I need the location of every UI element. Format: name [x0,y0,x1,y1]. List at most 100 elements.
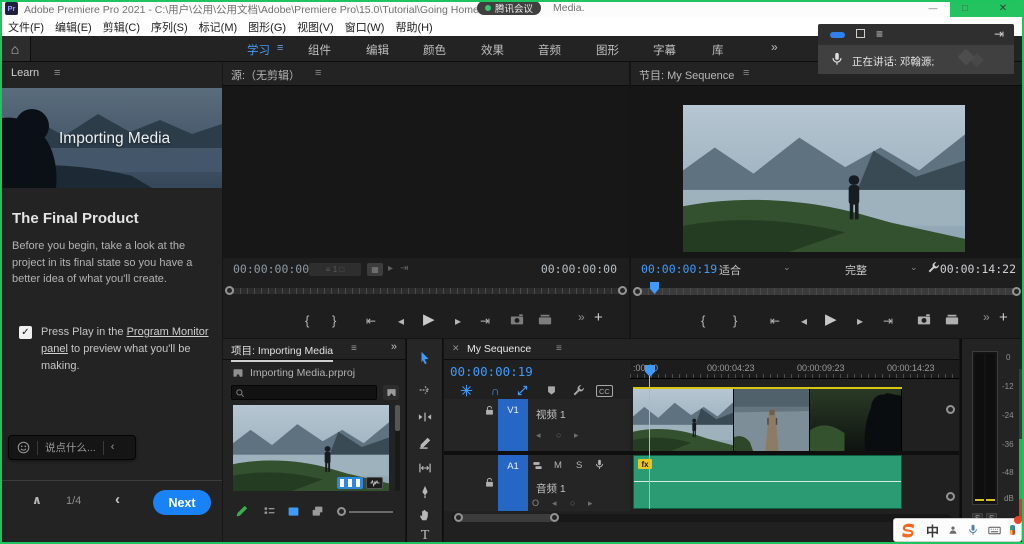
program-scrub-handle-left[interactable] [633,287,642,296]
timeline-vscroll-handle-bottom[interactable] [946,492,955,501]
source-go-to-in-button[interactable]: ⇤ [366,315,376,327]
v1-track-target[interactable]: V1 [498,399,528,451]
menu-graphics[interactable]: 图形(G) [248,19,286,35]
timeline-tab[interactable]: My Sequence [467,343,531,355]
ripple-edit-tool[interactable] [418,410,432,424]
tab-captions[interactable]: 字幕 [653,42,676,58]
program-mark-out-button[interactable]: } [733,314,737,327]
project-file-name[interactable]: Importing Media.prproj [250,367,355,379]
learn-checkbox[interactable]: ✓ [19,326,32,339]
meeting-exit-icon[interactable]: ⇥ [994,28,1004,40]
a1-next-keyframe-icon[interactable]: ▸ [588,499,593,508]
program-panel-title[interactable]: 节目: My Sequence [639,67,734,83]
menu-file[interactable]: 文件(F) [8,19,44,35]
smiley-icon[interactable] [17,441,30,454]
ime-mic-icon[interactable] [967,524,979,536]
source-add-button-icon[interactable]: + [594,310,603,325]
source-more-buttons-icon[interactable]: » [578,311,585,323]
program-fit-dropdown[interactable]: 适合 [719,262,741,278]
tab-color[interactable]: 颜色 [423,42,446,58]
add-marker-icon[interactable] [546,385,557,396]
program-panel-menu-icon[interactable]: ≡ [743,68,749,79]
source-step-fwd-button[interactable]: ▸ [455,315,461,327]
project-scrollbar[interactable] [395,405,400,491]
meeting-window-icon[interactable] [856,29,865,38]
source-mark-out-button[interactable]: } [332,314,336,327]
zoom-slider-knob[interactable] [337,507,346,516]
minimize-button[interactable]: — [922,0,944,17]
a1-prev-keyframe-icon[interactable]: ◂ [552,499,557,508]
menu-window[interactable]: 窗口(W) [345,19,385,35]
timeline-hscroll-handle-left[interactable] [454,513,463,522]
maximize-button[interactable]: □ [954,0,976,17]
video-clip-2[interactable] [734,389,810,451]
tab-editing[interactable]: 编辑 [366,42,389,58]
home-icon[interactable]: ⌂ [0,36,31,61]
icon-view-icon[interactable] [287,505,300,518]
program-timecode[interactable]: 00:00:00:19 [641,262,717,276]
meeting-capsule[interactable]: 腾讯会议 [477,1,541,15]
timeline-vscroll-handle-top[interactable] [946,405,955,414]
ime-mode-button[interactable]: 中 [926,521,939,540]
a1-track-name[interactable]: 音频 1 [536,481,566,496]
captions-cc-icon[interactable]: CC [596,385,613,397]
workspace-overflow-icon[interactable]: » [771,41,778,53]
selection-tool[interactable] [418,351,432,365]
program-quality-dropdown[interactable]: 完整 [845,262,867,278]
program-play-button[interactable]: ▶ [825,312,837,327]
program-settings-wrench-icon[interactable] [927,261,940,274]
project-tab[interactable]: 项目: Importing Media [231,343,333,362]
ime-person-icon[interactable] [948,525,958,535]
project-filter-button[interactable] [383,385,399,400]
timeline-hscroll-handle-right[interactable] [550,513,559,522]
menu-sequence[interactable]: 序列(S) [151,19,188,35]
ime-skin-grid-icon[interactable] [1010,525,1015,535]
v1-prev-keyframe-icon[interactable]: ◂ [536,431,541,440]
source-panel-menu-icon[interactable]: ≡ [315,68,321,79]
menu-edit[interactable]: 编辑(E) [55,19,92,35]
source-scrub-handle-left[interactable] [225,286,234,295]
program-fit-chevron-icon[interactable]: ⌄ [783,263,791,272]
menu-view[interactable]: 视图(V) [297,19,334,35]
audio-clip[interactable]: fx [633,455,902,509]
video-clip-3[interactable] [810,389,902,451]
type-tool[interactable]: T [418,529,432,543]
snap-magnet-icon[interactable]: ∩ [491,385,500,397]
pen-tool[interactable] [418,485,432,499]
program-step-back-button[interactable]: ◂ [801,315,807,327]
ime-keyboard-icon[interactable] [988,524,1001,537]
timeline-close-icon[interactable]: ✕ [452,344,460,353]
source-go-to-out-button[interactable]: ⇥ [480,315,490,327]
source-mark-in-button[interactable]: { [305,314,309,327]
a1-mute-button[interactable]: M [554,460,562,471]
chat-bubble[interactable]: 说点什么... ‹ [8,435,136,460]
source-scrubber[interactable] [233,288,619,294]
v1-add-keyframe-icon[interactable]: ○ [556,431,561,440]
project-tab-menu-icon[interactable]: ≡ [351,344,357,354]
menu-help[interactable]: 帮助(H) [395,19,432,35]
learn-panel-menu-icon[interactable]: ≡ [54,68,60,79]
back-arrow-icon[interactable]: ‹ [115,492,120,507]
source-scrub-handle-right[interactable] [618,286,627,295]
source-panel-title[interactable]: 源:（无剪辑） [231,67,300,83]
program-quality-chevron-icon[interactable]: ⌄ [910,263,918,272]
timeline-tab-menu-icon[interactable]: ≡ [556,344,562,354]
workspace-menu-icon[interactable]: ≡ [277,43,283,54]
audio-volume-line[interactable] [634,481,901,482]
v1-track-name[interactable]: 视频 1 [536,407,566,422]
program-lift-icon[interactable] [917,313,931,327]
learn-tab[interactable]: Learn [11,67,39,79]
zoom-slider-track[interactable] [349,511,393,513]
nest-toggle-icon[interactable] [460,384,473,397]
program-go-to-in-button[interactable]: ⇤ [770,315,780,327]
timeline-settings-wrench-icon[interactable] [572,384,585,397]
track-select-tool[interactable] [418,383,432,397]
program-mark-in-button[interactable]: { [701,314,705,327]
chat-collapse-icon[interactable]: ‹ [111,442,115,453]
v1-next-keyframe-icon[interactable]: ▸ [574,431,579,440]
timeline-ruler[interactable]: :00:00 00:00:04:23 00:00:09:23 00:00:14:… [630,360,959,379]
tab-graphics[interactable]: 图形 [596,42,619,58]
hand-tool[interactable] [418,508,432,522]
a1-keyframe-toggle[interactable]: O [532,499,539,508]
list-view-icon[interactable] [263,505,276,518]
